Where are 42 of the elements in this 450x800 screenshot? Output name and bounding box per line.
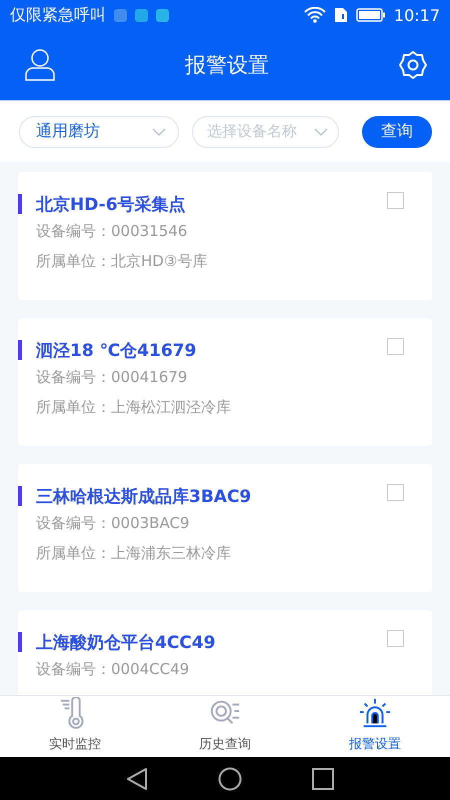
checkbox[interactable]	[387, 484, 404, 501]
sim-icon	[334, 7, 348, 23]
chevron-down-icon	[314, 128, 328, 136]
device-number: 设备编号：0004CC49	[36, 659, 190, 680]
battery-icon	[356, 8, 386, 22]
tab[interactable]: 实时监控	[0, 696, 150, 757]
accent-bar	[18, 632, 22, 652]
wifi-icon	[304, 7, 326, 23]
carrier-text: 仅限紧急呼叫	[10, 4, 106, 26]
checkbox[interactable]	[387, 338, 404, 355]
tab[interactable]: 报警设置	[300, 696, 450, 757]
device-name: 三林哈根达斯成品库3BAC9	[36, 486, 252, 508]
profile-button[interactable]	[24, 48, 56, 82]
checkbox[interactable]	[387, 630, 404, 647]
accent-bar	[18, 486, 22, 506]
category-value: 通用磨坊	[36, 121, 100, 142]
device-placeholder: 选择设备名称	[207, 122, 297, 141]
category-dropdown[interactable]: 通用磨坊	[19, 116, 179, 148]
device-number: 设备编号：00041679	[36, 367, 188, 388]
clock-text: 10:17	[394, 6, 440, 24]
tab[interactable]: 历史查询	[150, 696, 300, 757]
accent-bar	[18, 194, 22, 214]
checkbox[interactable]	[387, 192, 404, 209]
device-name: 泗泾18 ℃仓41679	[36, 340, 196, 362]
device-name: 北京HD-6号采集点	[36, 194, 186, 216]
settings-button[interactable]	[398, 50, 428, 80]
device-unit: 所属单位：上海松江泗泾冷库	[36, 397, 232, 418]
home-button[interactable]	[218, 766, 242, 790]
device-unit: 所属单位：上海浦东三林冷库	[36, 543, 232, 564]
back-button[interactable]	[126, 766, 148, 790]
device-number: 设备编号：00031546	[36, 221, 188, 242]
device-name: 上海酸奶仓平台4CC49	[36, 632, 216, 654]
app-icon	[156, 8, 169, 22]
app-icon	[135, 8, 148, 22]
device-number: 设备编号：0003BAC9	[36, 513, 190, 534]
accent-bar	[18, 340, 22, 360]
page-title: 报警设置	[185, 52, 269, 79]
query-button[interactable]: 查询	[362, 116, 432, 148]
recents-button[interactable]	[312, 768, 334, 790]
device-unit: 所属单位：北京HD③号库	[36, 251, 208, 272]
alarm-light-icon	[358, 697, 392, 729]
chevron-down-icon	[152, 128, 166, 136]
